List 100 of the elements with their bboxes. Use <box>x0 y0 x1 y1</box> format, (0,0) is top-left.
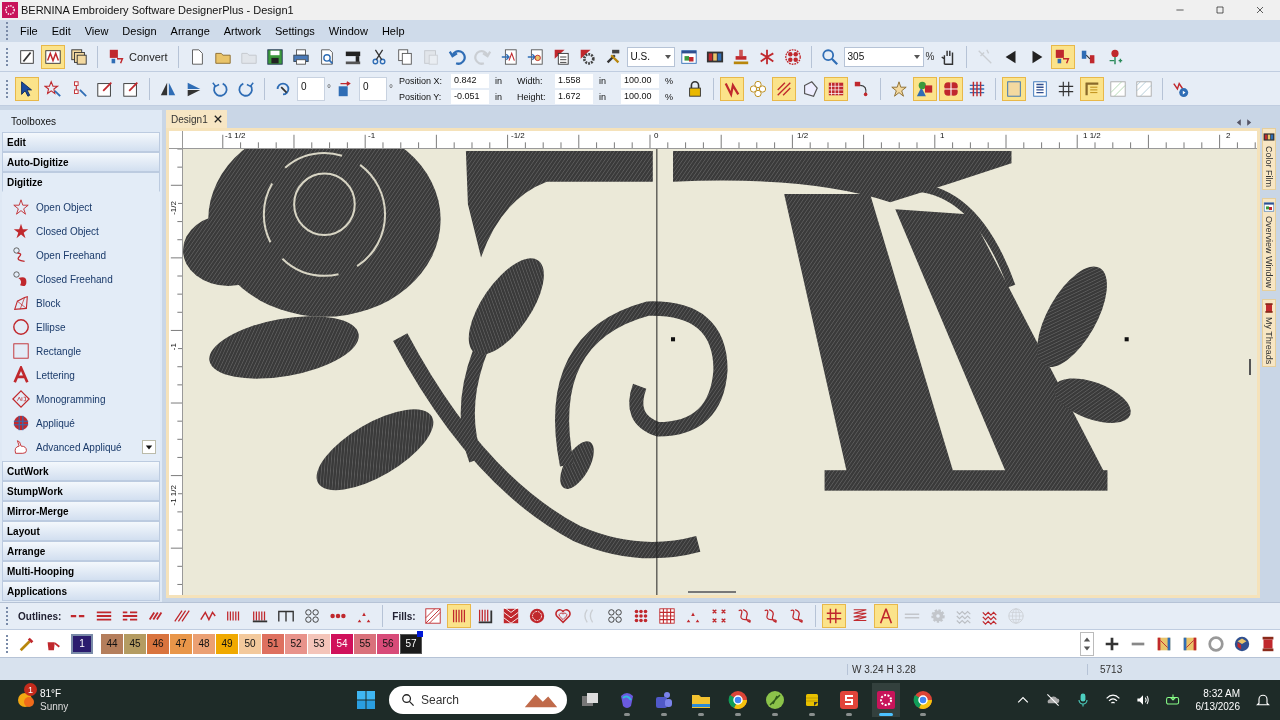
tool-item[interactable]: Advanced Appliqué <box>36 441 122 453</box>
tool-item[interactable]: Block <box>36 297 61 309</box>
color-swatch[interactable]: 51 <box>262 633 284 654</box>
menu-item[interactable]: Artwork <box>216 21 269 41</box>
color-swatch[interactable]: 45 <box>124 633 146 654</box>
ellipse-icon <box>12 318 30 336</box>
menu-item[interactable]: Window <box>321 21 375 41</box>
color-swatch[interactable]: 50 <box>239 633 261 654</box>
tool-item[interactable]: Closed Object <box>36 225 99 237</box>
toolbox-header[interactable]: Layout <box>2 521 160 541</box>
number-field[interactable]: 100.00 <box>621 89 659 104</box>
side-panel-tab[interactable]: My Threads <box>1262 299 1276 368</box>
toolbox-header[interactable]: Multi-Hooping <box>2 561 160 581</box>
menu-item[interactable]: View <box>77 21 116 41</box>
pointer-icon[interactable] <box>15 76 39 101</box>
star-outline-icon <box>12 198 30 216</box>
convert-button[interactable]: Convert <box>104 44 172 69</box>
color-swatch[interactable]: 46 <box>147 633 169 654</box>
shapes-icon[interactable] <box>913 76 937 101</box>
toolbox-header[interactable]: Applications <box>2 581 160 601</box>
ruler-label: -1 <box>169 343 178 351</box>
number-field[interactable]: 0 <box>359 76 387 101</box>
field-label: Width: <box>517 75 544 86</box>
ruler-label: -1 1/2 <box>169 485 178 506</box>
search-field[interactable]: Search <box>389 686 567 714</box>
color-swatch[interactable]: 57 <box>400 633 422 654</box>
color-swatch[interactable]: 1 <box>71 633 93 654</box>
color-swatch[interactable]: 49 <box>216 633 238 654</box>
tool-item[interactable]: Lettering <box>36 369 75 381</box>
toolbox-header[interactable]: Auto-Digitize <box>2 152 160 172</box>
side-panel-tab[interactable]: Overview Window <box>1262 198 1276 292</box>
tool-item[interactable]: Ellipse <box>36 321 66 333</box>
vertical-lines-icon[interactable] <box>446 604 471 628</box>
color-swatch[interactable]: 53 <box>308 633 330 654</box>
color-swatch[interactable]: 44 <box>101 633 123 654</box>
star-icon <box>12 222 30 240</box>
ruler-label: 1/2 <box>797 131 810 140</box>
tool-item[interactable]: Appliqué <box>36 417 75 429</box>
notification-badge: 1 <box>24 683 37 696</box>
taskbar-button[interactable] <box>872 683 900 717</box>
clock-time: 8:32 AM <box>1203 687 1240 700</box>
rectangle-icon <box>12 342 30 360</box>
unit-label: in <box>494 75 503 86</box>
grid-icon[interactable] <box>821 604 846 628</box>
scrollbar-thumb[interactable] <box>688 591 736 593</box>
embroidery-app-icon <box>876 690 896 710</box>
thread-spool-icon <box>1263 302 1275 315</box>
number-field[interactable]: 1.558 <box>555 73 593 88</box>
dropdown-button[interactable] <box>142 440 156 454</box>
flower-icon[interactable] <box>939 76 963 101</box>
menu-item[interactable]: Edit <box>44 21 78 41</box>
temperature-text: 81°F <box>40 687 63 700</box>
tool-item[interactable]: Rectangle <box>36 345 82 357</box>
caret-icon <box>145 443 153 451</box>
corner-icon[interactable] <box>1080 76 1104 101</box>
tool-item[interactable]: Open Freehand <box>36 249 107 261</box>
toolbox-header[interactable]: CutWork <box>2 461 160 481</box>
toolbox-header[interactable]: Digitize <box>2 172 160 192</box>
zoom-field[interactable]: 305 <box>843 46 924 67</box>
menu-item[interactable]: Arrange <box>163 21 217 41</box>
field-label: Position Y: <box>399 91 443 102</box>
scrollbar-thumb[interactable] <box>1249 359 1251 375</box>
menu-item[interactable]: Settings <box>268 21 322 41</box>
toolbox-header[interactable]: Arrange <box>2 541 160 561</box>
zigzag-icon[interactable] <box>41 44 65 69</box>
window-title: BERNINA Embroidery Software DesignerPlus - Design1 <box>21 4 295 16</box>
menu-item[interactable]: Help <box>374 21 412 41</box>
unit-label: in <box>598 91 607 102</box>
units-dropdown[interactable]: U.S. <box>626 46 675 67</box>
close-icon[interactable] <box>213 115 222 123</box>
window-icon <box>1263 201 1275 213</box>
zigzag-icon[interactable] <box>720 76 744 101</box>
menu-item[interactable]: File <box>13 21 45 41</box>
spinner-control[interactable] <box>1080 631 1094 656</box>
number-field[interactable]: 0.842 <box>451 73 489 88</box>
toolbox-header[interactable]: StumpWork <box>2 481 160 501</box>
menu-item[interactable]: Design <box>115 21 164 41</box>
color-swatch[interactable]: 48 <box>193 633 215 654</box>
toolbox-header[interactable]: Mirror-Merge <box>2 501 160 521</box>
tool-item[interactable]: Monogramming <box>36 393 106 405</box>
clock-date: 6/13/2026 <box>1195 700 1240 713</box>
number-field[interactable]: 1.672 <box>555 89 593 104</box>
status-text: W 3.24 H 3.28 <box>847 663 1087 675</box>
unit-label: in <box>494 91 503 102</box>
color-swatch[interactable]: 56 <box>377 633 399 654</box>
color-swatch[interactable]: 54 <box>331 633 353 654</box>
toolbox-header[interactable]: Edit <box>2 132 160 152</box>
applique-icon <box>12 414 30 432</box>
color-swatch[interactable]: 47 <box>170 633 192 654</box>
tool-item[interactable]: Open Object <box>36 201 93 213</box>
document-tab[interactable]: Design1 <box>166 110 227 128</box>
number-field[interactable]: 100.00 <box>621 73 659 88</box>
number-field[interactable]: 0 <box>297 76 325 101</box>
color-swap-icon[interactable] <box>1051 44 1076 69</box>
grid-icon[interactable] <box>824 76 848 101</box>
color-swatch[interactable]: 52 <box>285 633 307 654</box>
tool-item[interactable]: Closed Freehand <box>36 273 113 285</box>
number-field[interactable]: -0.051 <box>451 89 489 104</box>
side-panel-tab[interactable]: Color Film <box>1262 128 1276 190</box>
color-swatch[interactable]: 55 <box>354 633 376 654</box>
